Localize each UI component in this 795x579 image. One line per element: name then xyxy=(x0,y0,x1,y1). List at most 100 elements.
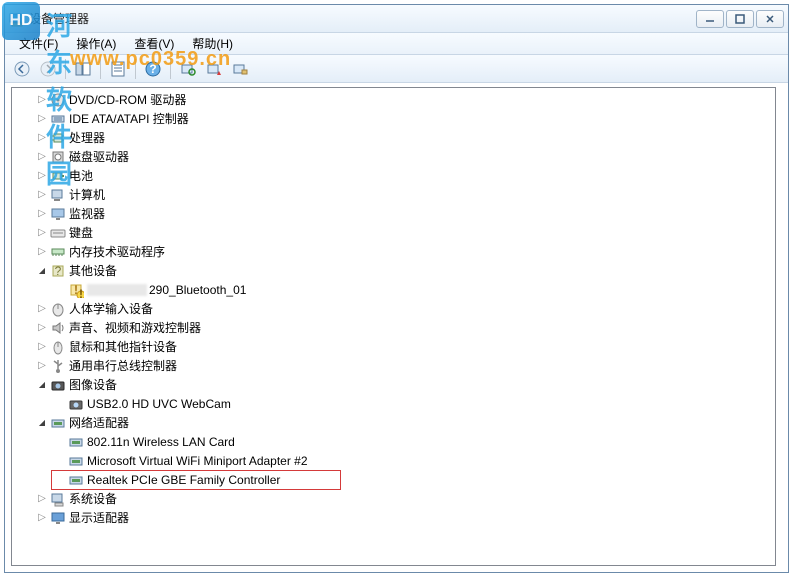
scan-hardware-button[interactable] xyxy=(177,58,199,80)
menubar: 文件(F) 操作(A) 查看(V) 帮助(H) xyxy=(5,33,788,55)
tree-node[interactable]: ◢ 图像设备 xyxy=(12,375,775,394)
expand-arrow-icon[interactable]: ▷ xyxy=(36,493,48,504)
show-hide-tree-button[interactable] xyxy=(72,58,94,80)
expand-arrow-icon[interactable]: ▷ xyxy=(36,322,48,333)
tree-node-label: 键盘 xyxy=(69,224,93,241)
tree-node-label: 显示适配器 xyxy=(69,509,129,526)
expand-arrow-icon[interactable]: ▷ xyxy=(36,189,48,200)
expand-arrow-icon[interactable]: ▷ xyxy=(36,341,48,352)
tree-node[interactable]: ▷ IDE ATA/ATAPI 控制器 xyxy=(12,109,775,128)
collapse-arrow-icon[interactable]: ◢ xyxy=(36,266,48,275)
tree-node-label: 人体学输入设备 xyxy=(69,300,153,317)
expand-arrow-icon[interactable]: ▷ xyxy=(36,151,48,162)
tree-node[interactable]: 802.11n Wireless LAN Card xyxy=(12,432,775,451)
usb-icon xyxy=(50,358,66,374)
tree-node[interactable]: !!290_Bluetooth_01 xyxy=(12,280,775,299)
expand-arrow-icon[interactable]: ▷ xyxy=(36,94,48,105)
forward-button[interactable] xyxy=(37,58,59,80)
tree-node[interactable]: Microsoft Virtual WiFi Miniport Adapter … xyxy=(12,451,775,470)
tree-node[interactable]: ▷ 计算机 xyxy=(12,185,775,204)
tree-node-label: IDE ATA/ATAPI 控制器 xyxy=(69,110,189,127)
tree-node[interactable]: ▷ 声音、视频和游戏控制器 xyxy=(12,318,775,337)
tree-node[interactable]: ▷ 键盘 xyxy=(12,223,775,242)
network-icon xyxy=(50,415,66,431)
tree-node[interactable]: ▷ 电池 xyxy=(12,166,775,185)
collapse-arrow-icon[interactable]: ◢ xyxy=(36,380,48,389)
tree-node-label: 图像设备 xyxy=(69,376,117,393)
expand-arrow-icon[interactable]: ▷ xyxy=(36,208,48,219)
netcard-icon xyxy=(68,453,84,469)
expand-arrow-icon[interactable]: ▷ xyxy=(36,512,48,523)
sound-icon xyxy=(50,320,66,336)
help-button[interactable]: ? xyxy=(142,58,164,80)
collapse-arrow-icon[interactable]: ◢ xyxy=(36,418,48,427)
titlebar[interactable]: 设备管理器 xyxy=(5,5,788,33)
tree-node-label: 处理器 xyxy=(69,129,105,146)
menu-action[interactable]: 操作(A) xyxy=(68,33,124,54)
back-button[interactable] xyxy=(11,58,33,80)
netcard-icon xyxy=(68,472,84,488)
tree-node[interactable]: ◢?其他设备 xyxy=(12,261,775,280)
expand-arrow-icon[interactable]: ▷ xyxy=(36,303,48,314)
tree-node-label: 鼠标和其他指针设备 xyxy=(69,338,177,355)
menu-help[interactable]: 帮助(H) xyxy=(184,33,241,54)
uninstall-button[interactable] xyxy=(229,58,251,80)
tree-node-label: 声音、视频和游戏控制器 xyxy=(69,319,201,336)
expand-arrow-icon[interactable]: ▷ xyxy=(36,360,48,371)
svg-text:?: ? xyxy=(149,62,156,76)
tree-node-label: USB2.0 HD UVC WebCam xyxy=(87,397,231,411)
content-area: ▷ DVD/CD-ROM 驱动器 ▷ IDE ATA/ATAPI 控制器 ▷ 处理器 ▷ 磁盘… xyxy=(5,83,788,572)
tree-node-label: 磁盘驱动器 xyxy=(69,148,129,165)
close-button[interactable] xyxy=(756,10,784,28)
other-icon: ? xyxy=(50,263,66,279)
window-title: 设备管理器 xyxy=(29,10,696,27)
tree-node[interactable]: ▷ 内存技术驱动程序 xyxy=(12,242,775,261)
expand-arrow-icon[interactable]: ▷ xyxy=(36,132,48,143)
tree-node[interactable]: ▷系统设备 xyxy=(12,489,775,508)
properties-button[interactable] xyxy=(107,58,129,80)
memory-icon xyxy=(50,244,66,260)
tree-node-label: 内存技术驱动程序 xyxy=(69,243,165,260)
tree-node[interactable]: ▷ 显示适配器 xyxy=(12,508,775,527)
disk-icon xyxy=(50,149,66,165)
svg-text:?: ? xyxy=(55,264,62,278)
tree-node[interactable]: ▷ 人体学输入设备 xyxy=(12,299,775,318)
tree-node-label: 电池 xyxy=(69,167,93,184)
tree-node-label: Realtek PCIe GBE Family Controller xyxy=(87,473,280,487)
menu-file[interactable]: 文件(F) xyxy=(11,33,66,54)
expand-arrow-icon[interactable]: ▷ xyxy=(36,113,48,124)
tree-node-label: 通用串行总线控制器 xyxy=(69,357,177,374)
expand-arrow-icon[interactable]: ▷ xyxy=(36,227,48,238)
maximize-button[interactable] xyxy=(726,10,754,28)
menu-view[interactable]: 查看(V) xyxy=(126,33,182,54)
expand-arrow-icon[interactable]: ▷ xyxy=(36,246,48,257)
update-driver-button[interactable] xyxy=(203,58,225,80)
mouse-icon xyxy=(50,339,66,355)
tree-node[interactable]: Realtek PCIe GBE Family Controller xyxy=(12,470,775,489)
expand-arrow-icon[interactable]: ▷ xyxy=(36,170,48,181)
system-icon xyxy=(50,491,66,507)
computer-icon xyxy=(50,187,66,203)
window-controls xyxy=(696,10,784,28)
device-tree[interactable]: ▷ DVD/CD-ROM 驱动器 ▷ IDE ATA/ATAPI 控制器 ▷ 处理器 ▷ 磁盘… xyxy=(11,87,776,566)
tree-node[interactable]: ▷ 通用串行总线控制器 xyxy=(12,356,775,375)
tree-node[interactable]: ▷ 鼠标和其他指针设备 xyxy=(12,337,775,356)
tree-node[interactable]: ▷ DVD/CD-ROM 驱动器 xyxy=(12,90,775,109)
tree-node-label: 290_Bluetooth_01 xyxy=(149,283,246,297)
device-manager-window: 设备管理器 文件(F) 操作(A) 查看(V) 帮助(H) ? ▷ DVD/CD-… xyxy=(4,4,789,573)
imaging-icon xyxy=(50,377,66,393)
tree-node-label: DVD/CD-ROM 驱动器 xyxy=(69,91,186,108)
tree-node[interactable]: ◢网络适配器 xyxy=(12,413,775,432)
minimize-button[interactable] xyxy=(696,10,724,28)
tree-node[interactable]: ▷ 处理器 xyxy=(12,128,775,147)
svg-text:!: ! xyxy=(79,287,83,298)
tree-node[interactable]: ▷ 监视器 xyxy=(12,204,775,223)
battery-icon xyxy=(50,168,66,184)
toolbar-separator xyxy=(135,59,136,79)
ide-icon xyxy=(50,111,66,127)
tree-node[interactable]: USB2.0 HD UVC WebCam xyxy=(12,394,775,413)
tree-node-label: 计算机 xyxy=(69,186,105,203)
tree-node[interactable]: ▷ 磁盘驱动器 xyxy=(12,147,775,166)
tree-node-label: 监视器 xyxy=(69,205,105,222)
tree-node-label: Microsoft Virtual WiFi Miniport Adapter … xyxy=(87,454,308,468)
